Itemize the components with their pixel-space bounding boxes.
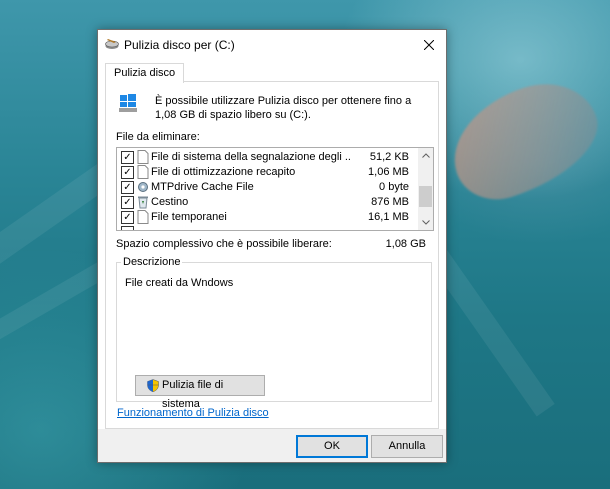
close-icon (423, 39, 435, 51)
dialog-footer: OK Annulla (98, 429, 446, 462)
file-size: 16,1 MB (368, 211, 409, 223)
title-bar[interactable]: Pulizia disco per (C:) (98, 30, 446, 60)
tab-bar: Pulizia disco (98, 60, 446, 83)
cancel-button[interactable]: Annulla (371, 435, 443, 458)
checkbox[interactable]: ✓ (121, 211, 134, 224)
uac-shield-icon (147, 379, 159, 392)
file-name: File di sistema della segnalazione degli… (151, 151, 351, 163)
list-item[interactable]: ✓ Cestino 876 MB (117, 195, 417, 210)
ok-button[interactable]: OK (296, 435, 368, 458)
total-space-value: 1,08 GB (385, 238, 426, 250)
file-name: File di ottimizzazione recapito (151, 166, 296, 178)
list-item[interactable]: ✓ MTPdrive Cache File 0 byte (117, 180, 417, 195)
tab-pulizia-disco[interactable]: Pulizia disco (105, 63, 185, 83)
list-item[interactable]: ✓ File temporanei 16,1 MB (117, 210, 417, 225)
file-size: 51,2 KB (369, 151, 409, 163)
disk-cleanup-icon (105, 39, 119, 49)
disk-cleanup-dialog: Pulizia disco per (C:) Pulizia disco È p… (97, 29, 447, 463)
file-size: 0 byte (379, 181, 409, 193)
recycle-bin-icon (138, 196, 148, 209)
checkbox[interactable] (121, 226, 134, 230)
description-text: File creati da Wndows (125, 277, 234, 289)
chevron-down-icon (421, 220, 430, 225)
chevron-up-icon (421, 153, 430, 158)
list-item[interactable]: ✓ File di ottimizzazione recapito 1,06 M… (117, 165, 417, 180)
intro-text: È possibile utilizzare Pulizia disco per… (155, 95, 412, 121)
help-link[interactable]: Funzionamento di Pulizia disco (117, 407, 269, 419)
close-button[interactable] (418, 34, 440, 56)
files-to-delete-label: File da eliminare: (116, 131, 200, 143)
file-name: MTPdrive Cache File (151, 181, 254, 193)
background-fish-fin (438, 69, 610, 211)
description-group: Descrizione File creati da Wndows Pulizi… (116, 256, 432, 410)
checkbox[interactable]: ✓ (121, 196, 134, 209)
list-item[interactable]: ✓ File di sistema della segnalazione deg… (117, 150, 417, 165)
checkbox[interactable]: ✓ (121, 166, 134, 179)
scroll-up-button[interactable] (418, 148, 433, 163)
document-icon (137, 165, 149, 179)
checkbox[interactable]: ✓ (121, 181, 134, 194)
files-list[interactable]: ✓ File di sistema della segnalazione deg… (116, 147, 434, 231)
file-size: 1,06 MB (368, 166, 409, 178)
description-legend: Descrizione (121, 256, 183, 268)
total-space-label: Spazio complessivo che è possibile liber… (116, 238, 332, 250)
scroll-thumb[interactable] (419, 186, 432, 207)
clean-system-files-button[interactable]: Pulizia file di sistema (135, 375, 265, 410)
document-icon (137, 210, 149, 224)
list-item-partial[interactable] (117, 225, 417, 230)
list-scrollbar[interactable] (418, 148, 433, 230)
document-icon (137, 150, 149, 164)
window-title: Pulizia disco per (C:) (124, 38, 235, 52)
drive-icon (119, 94, 137, 112)
gear-icon (138, 182, 148, 192)
scroll-down-button[interactable] (418, 215, 433, 230)
file-name: File temporanei (151, 211, 227, 223)
checkbox[interactable]: ✓ (121, 151, 134, 164)
file-size: 876 MB (371, 196, 409, 208)
file-name: Cestino (151, 196, 189, 208)
tab-panel: È possibile utilizzare Pulizia disco per… (105, 81, 439, 429)
